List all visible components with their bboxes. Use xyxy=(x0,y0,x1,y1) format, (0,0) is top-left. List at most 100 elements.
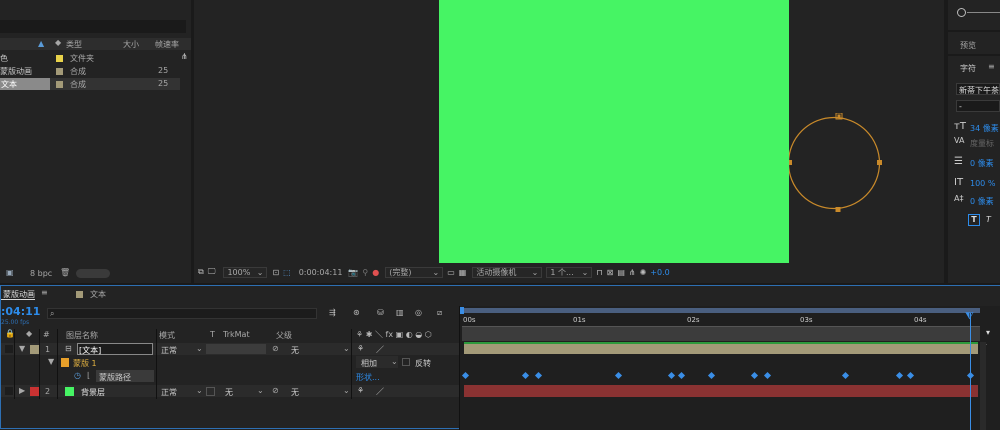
toggle-pixel-icon[interactable]: ⊓ xyxy=(596,268,602,277)
layer-label-swatch[interactable] xyxy=(30,345,39,354)
parent-chevron-icon[interactable]: ⌄ xyxy=(343,344,350,353)
project-item[interactable]: 色 文件夹 xyxy=(0,52,180,64)
keyframe[interactable] xyxy=(841,371,850,380)
font-style-select[interactable]: - xyxy=(956,100,1000,112)
reset-exposure-icon[interactable]: ✺ xyxy=(640,268,647,277)
interpret-footage-icon[interactable]: ▣ xyxy=(6,268,14,277)
zoom-select[interactable]: 100% ⌄ xyxy=(223,266,268,278)
color-channel-icon[interactable]: ● xyxy=(372,268,379,277)
mode-chevron-icon[interactable]: ⌄ xyxy=(196,344,203,353)
character-panel-tab[interactable]: 字符 xyxy=(960,63,976,74)
timeline-scrollbar[interactable] xyxy=(980,342,986,430)
flowchart-icon[interactable]: ⋔ xyxy=(629,268,636,277)
mask-color-swatch[interactable] xyxy=(61,358,69,367)
bpc-label[interactable]: 8 bpc xyxy=(30,269,52,278)
parent-select[interactable]: 无 xyxy=(291,345,299,356)
layer-name-column[interactable]: 图层名称 xyxy=(66,330,98,341)
keyframe[interactable] xyxy=(906,371,915,380)
fit-icon[interactable]: ⊡ xyxy=(272,268,279,277)
layer-search-input[interactable]: ⌕ xyxy=(47,308,317,319)
mask-invert-checkbox[interactable] xyxy=(402,358,410,366)
mask-name[interactable]: 蒙版 1 xyxy=(73,358,97,369)
project-search-input[interactable] xyxy=(0,20,186,33)
show-snapshot-icon[interactable]: ⚲ xyxy=(362,268,368,277)
quality-switch-icon[interactable]: ／ xyxy=(376,386,384,397)
work-area-start-handle[interactable] xyxy=(460,307,464,314)
graph-icon[interactable]: ⌊ xyxy=(87,371,90,380)
transparency-grid-icon[interactable]: ▦ xyxy=(459,268,467,277)
mode-select[interactable]: 正常 xyxy=(161,345,177,356)
trkmat-box[interactable] xyxy=(206,344,266,354)
thumbnail-slider[interactable] xyxy=(76,269,110,278)
keyframe[interactable] xyxy=(667,371,676,380)
views-select[interactable]: 1 个... ⌄ xyxy=(546,266,593,278)
playhead-handle-icon[interactable]: ⧨ xyxy=(965,311,974,322)
graph-editor-icon[interactable]: ⧄ xyxy=(437,308,442,318)
t-preserve-checkbox[interactable] xyxy=(206,387,215,396)
mask-visibility-icon[interactable]: ⬚ xyxy=(283,268,291,277)
mask-circle-shape[interactable] xyxy=(789,113,889,215)
project-item-selected[interactable]: 文本 合成 25 xyxy=(0,78,180,90)
layer-row[interactable]: ▶ 2 背景层 正常 ⌄ 无 ⌄ ⊘ 无 ⌄ ⚘ ／ xyxy=(1,385,459,397)
font-size-value[interactable]: 34 像素 xyxy=(970,123,999,134)
trkmat-select[interactable]: 无 xyxy=(225,387,233,398)
draft-3d-icon[interactable]: ⊛ xyxy=(353,308,360,317)
stopwatch-icon[interactable]: ◷ xyxy=(74,371,81,380)
viewer-timecode[interactable]: 0:00:04:11 xyxy=(299,268,343,277)
keyframe[interactable] xyxy=(521,371,530,380)
resolution-select[interactable]: (完整) ⌄ xyxy=(385,266,444,278)
shy-switch-icon[interactable]: ⚘ xyxy=(357,386,364,395)
keyframe[interactable] xyxy=(763,371,772,380)
expand-arrow-icon[interactable]: ▼ xyxy=(48,357,54,366)
current-time[interactable]: :04:11 xyxy=(1,305,40,318)
slider-track[interactable] xyxy=(967,12,1000,13)
tab-text[interactable]: 文本 xyxy=(90,289,106,300)
leading-value[interactable]: 0 像素 xyxy=(970,158,994,169)
monitor-icon[interactable]: 🖵 xyxy=(208,267,216,277)
work-area-bar[interactable] xyxy=(462,308,980,313)
visibility-toggle[interactable] xyxy=(5,345,13,353)
preview-panel-tab[interactable]: 预览 xyxy=(960,40,976,51)
column-type[interactable]: 类型 xyxy=(66,39,82,50)
region-of-interest-icon[interactable]: ▭ xyxy=(447,268,455,277)
layer-duration-bar[interactable] xyxy=(464,385,978,397)
panel-menu-icon[interactable]: ≡ xyxy=(988,62,995,71)
slider-knob-icon[interactable] xyxy=(957,8,966,17)
camera-select[interactable]: 活动摄像机 ⌄ xyxy=(472,266,543,278)
keyframe[interactable] xyxy=(677,371,686,380)
visibility-toggle[interactable] xyxy=(5,387,13,395)
mask-shape-link[interactable]: 形状... xyxy=(356,372,380,383)
exposure-value[interactable]: +0.0 xyxy=(650,268,669,277)
keyframe[interactable] xyxy=(750,371,759,380)
layer-duration-bar[interactable] xyxy=(464,342,978,354)
layer-row[interactable]: ▼ 1 ⊟ [文本] 正常 ⌄ ⊘ 无 ⌄ ⚘ ／ xyxy=(1,343,459,355)
faux-bold-button[interactable]: T xyxy=(968,214,980,226)
pickwhip-icon[interactable]: ⊘ xyxy=(272,344,279,353)
camera-snapshot-icon[interactable]: 📷 xyxy=(348,268,358,277)
keyframe[interactable] xyxy=(895,371,904,380)
vertical-scale-value[interactable]: 100 % xyxy=(970,179,995,188)
flowchart-icon[interactable]: ⋔ xyxy=(181,52,188,61)
comp-canvas[interactable] xyxy=(439,0,789,263)
project-item[interactable]: 蒙版动画 合成 25 xyxy=(0,65,180,77)
comp-mini-flowchart-icon[interactable]: ⇶ xyxy=(329,308,336,317)
parent-chevron-icon[interactable]: ⌄ xyxy=(343,386,350,395)
keyframe[interactable] xyxy=(461,371,470,380)
layer-label-swatch[interactable] xyxy=(30,387,39,396)
faux-italic-button[interactable]: T xyxy=(986,215,991,224)
motion-blur-icon[interactable]: ◎ xyxy=(415,308,422,317)
column-fps[interactable]: 帧速率 xyxy=(155,39,179,50)
keyframe[interactable] xyxy=(707,371,716,380)
pickwhip-icon[interactable]: ⊘ xyxy=(272,386,279,395)
trash-icon[interactable]: 🗑 xyxy=(60,268,70,277)
fast-preview-icon[interactable]: ⊠ xyxy=(607,268,614,277)
mask-row[interactable]: ▼ 蒙版 1 相加 ⌄ 反转 xyxy=(1,356,459,368)
mode-chevron-icon[interactable]: ⌄ xyxy=(196,386,203,395)
trkmat-chevron-icon[interactable]: ⌄ xyxy=(257,386,264,395)
sort-arrow-icon[interactable]: ▲ xyxy=(38,39,44,48)
shy-switch-icon[interactable]: ⚘ xyxy=(357,344,364,353)
keyframe[interactable] xyxy=(614,371,623,380)
comp-end-marker-icon[interactable]: ▾ xyxy=(986,328,990,337)
kerning-value[interactable]: 度量标 xyxy=(970,138,994,149)
layer-name[interactable]: [文本] xyxy=(79,345,101,356)
